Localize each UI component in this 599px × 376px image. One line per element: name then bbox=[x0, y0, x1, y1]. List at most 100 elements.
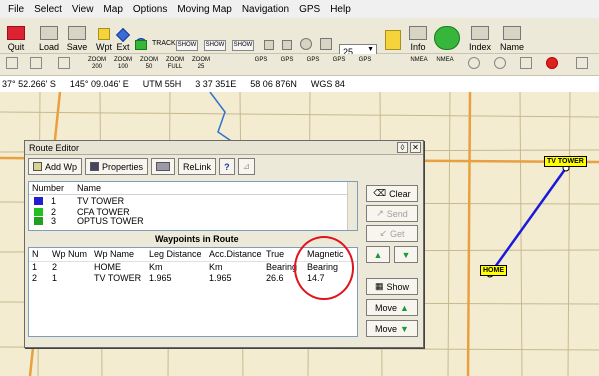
latitude-readout: 37° 52.266' S bbox=[2, 79, 56, 89]
move-up-arrow-button[interactable]: ▲ bbox=[366, 246, 390, 263]
column-acc-distance[interactable]: Acc.Distance bbox=[206, 248, 263, 261]
save-button[interactable]: Save bbox=[64, 20, 90, 52]
menu-map[interactable]: Map bbox=[103, 4, 122, 15]
zoom-tool-button[interactable] bbox=[318, 20, 334, 52]
zoom-tool-icon bbox=[320, 38, 332, 50]
track-label[interactable]: TRACK bbox=[152, 40, 176, 48]
zoom-100-button[interactable]: ZOOM 100 bbox=[114, 57, 132, 71]
gps-button-1[interactable]: GPS bbox=[252, 57, 270, 64]
zoom-200-button[interactable]: ZOOM 200 bbox=[88, 57, 106, 71]
arrow-up-icon: ▲ bbox=[400, 302, 409, 313]
clear-button[interactable]: ⌫ Clear bbox=[366, 185, 418, 202]
column-n[interactable]: N bbox=[29, 248, 49, 261]
move-up-button[interactable]: Move ▲ bbox=[366, 299, 418, 316]
index-icon bbox=[471, 26, 489, 40]
column-wp-num[interactable]: Wp Num bbox=[49, 248, 91, 261]
grid-toggle-button[interactable] bbox=[262, 20, 276, 52]
zoom-50-button[interactable]: ZOOM 50 bbox=[140, 57, 158, 71]
stop-icon[interactable] bbox=[546, 57, 558, 69]
waypoint-label-tv-tower[interactable]: TV TOWER bbox=[544, 156, 587, 167]
lock-button[interactable] bbox=[382, 20, 404, 52]
column-leg-distance[interactable]: Leg Distance bbox=[146, 248, 206, 261]
menu-select[interactable]: Select bbox=[34, 4, 62, 15]
menu-options[interactable]: Options bbox=[133, 4, 167, 15]
info-icon bbox=[409, 26, 427, 40]
green-route-button[interactable] bbox=[133, 38, 149, 52]
menu-help[interactable]: Help bbox=[330, 4, 351, 15]
track-show-button[interactable]: SHOW bbox=[176, 40, 198, 51]
send-button[interactable]: ↗ Send bbox=[366, 205, 418, 222]
event-icon bbox=[115, 27, 131, 43]
route-line bbox=[488, 167, 568, 275]
green-square-icon bbox=[135, 40, 147, 50]
event-button[interactable]: Ext bbox=[114, 20, 132, 52]
column-wp-name[interactable]: Wp Name bbox=[91, 248, 146, 261]
load-button[interactable]: Load bbox=[36, 20, 62, 52]
route-color-swatch bbox=[34, 196, 43, 205]
move-down-button[interactable]: Move ▼ bbox=[366, 320, 418, 337]
waypoint-icon bbox=[98, 28, 110, 40]
zoom-full-button[interactable]: ZOOM FULL bbox=[166, 57, 184, 71]
gps-button-4[interactable]: GPS bbox=[330, 57, 348, 64]
route-list-scrollbar[interactable] bbox=[347, 182, 357, 230]
pin-icon[interactable]: ◊ bbox=[397, 142, 408, 153]
move-down-arrow-button[interactable]: ▼ bbox=[394, 246, 418, 263]
gps-button-5[interactable]: GPS bbox=[356, 57, 374, 64]
close-icon[interactable]: ✕ bbox=[410, 142, 421, 153]
info-button[interactable]: Info bbox=[408, 20, 428, 52]
show-button-a[interactable]: SHOW bbox=[204, 40, 226, 51]
menu-navigation[interactable]: Navigation bbox=[242, 4, 289, 15]
pan-button[interactable] bbox=[432, 20, 462, 52]
add-icon bbox=[33, 162, 42, 171]
menu-moving-map[interactable]: Moving Map bbox=[177, 4, 231, 15]
window-icon[interactable] bbox=[576, 57, 588, 69]
list-item[interactable]: 3 OPTUS TOWER bbox=[29, 217, 357, 225]
compass-icon[interactable] bbox=[468, 57, 480, 69]
nmea-button-2[interactable]: NMEA bbox=[436, 57, 454, 64]
properties-button[interactable]: Properties bbox=[85, 158, 149, 175]
list-item[interactable]: 2 CFA TOWER bbox=[29, 206, 357, 217]
grid-icon bbox=[264, 40, 274, 50]
add-waypoint-button[interactable]: Add Wp bbox=[28, 158, 83, 175]
name-search-button[interactable]: Name bbox=[498, 20, 526, 52]
magnetic-annotation-circle bbox=[294, 236, 354, 300]
gps-button-2[interactable]: GPS bbox=[278, 57, 296, 64]
secondary-toolbar: ZOOM 200 ZOOM 100 ZOOM 50 ZOOM FULL ZOOM… bbox=[0, 54, 599, 76]
quit-button[interactable]: Quit bbox=[4, 20, 28, 52]
find-button[interactable] bbox=[298, 20, 314, 52]
menu-file[interactable]: File bbox=[8, 4, 24, 15]
load-icon bbox=[40, 26, 58, 40]
save-icon bbox=[68, 26, 86, 40]
copy-icon[interactable] bbox=[30, 57, 42, 69]
waypoint-label-home[interactable]: HOME bbox=[480, 265, 507, 276]
help-icon: ? bbox=[224, 161, 230, 172]
target-icon[interactable] bbox=[494, 57, 506, 69]
print-icon[interactable] bbox=[6, 57, 18, 69]
anchor-icon[interactable] bbox=[520, 57, 532, 69]
quit-icon bbox=[7, 26, 25, 40]
index-button[interactable]: Index bbox=[466, 20, 494, 52]
route-list[interactable]: Number Name 1 TV TOWER 2 CFA TOWER 3 OPT… bbox=[28, 181, 358, 231]
gps-button-3[interactable]: GPS bbox=[304, 57, 322, 64]
show-route-button[interactable] bbox=[151, 158, 176, 175]
dialog-title: Route Editor bbox=[29, 143, 80, 153]
nmea-button-1[interactable]: NMEA bbox=[410, 57, 428, 64]
column-number[interactable]: Number bbox=[29, 182, 74, 194]
list-item[interactable]: 1 TV TOWER bbox=[29, 195, 357, 206]
screen-icon[interactable] bbox=[58, 57, 70, 69]
waypoint-button[interactable]: Wpt bbox=[94, 20, 114, 52]
utm-zone-readout: UTM 55H bbox=[142, 79, 182, 89]
column-name[interactable]: Name bbox=[74, 182, 101, 194]
relink-button[interactable]: ReLink bbox=[178, 158, 217, 175]
dialog-title-bar[interactable]: Route Editor ◊ ✕ bbox=[25, 141, 423, 155]
zoom-25-button[interactable]: ZOOM 25 bbox=[192, 57, 210, 71]
get-button[interactable]: ↙ Get bbox=[366, 225, 418, 242]
menu-view[interactable]: View bbox=[72, 4, 94, 15]
show-button[interactable]: ▦ Show bbox=[366, 278, 418, 295]
clear-route-button[interactable]: ⊿ bbox=[237, 158, 256, 175]
show-button-c[interactable]: SHOW bbox=[232, 40, 254, 51]
help-button[interactable]: ? bbox=[219, 158, 235, 175]
overlay-toggle-button[interactable] bbox=[280, 20, 294, 52]
menu-gps[interactable]: GPS bbox=[299, 4, 320, 15]
overlay-icon bbox=[282, 40, 292, 50]
